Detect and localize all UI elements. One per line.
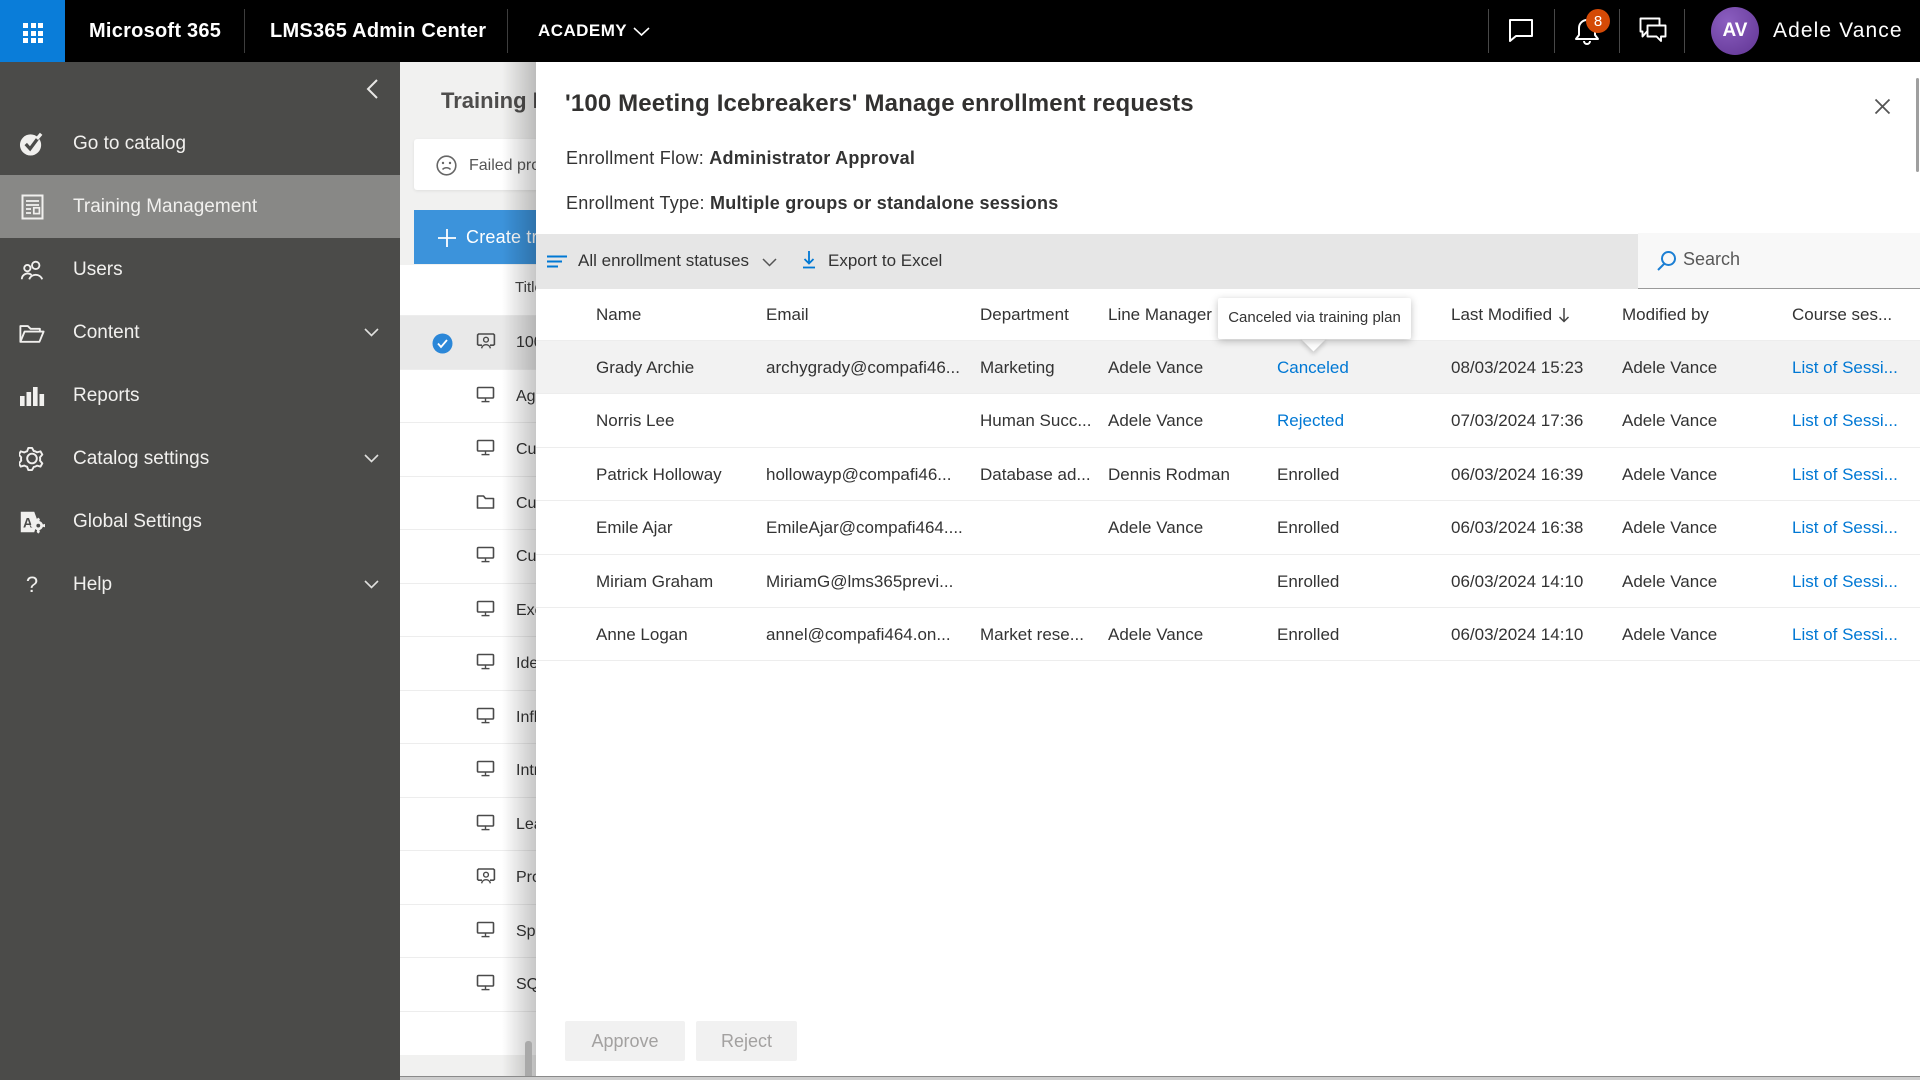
svg-text:A: A bbox=[23, 515, 33, 530]
